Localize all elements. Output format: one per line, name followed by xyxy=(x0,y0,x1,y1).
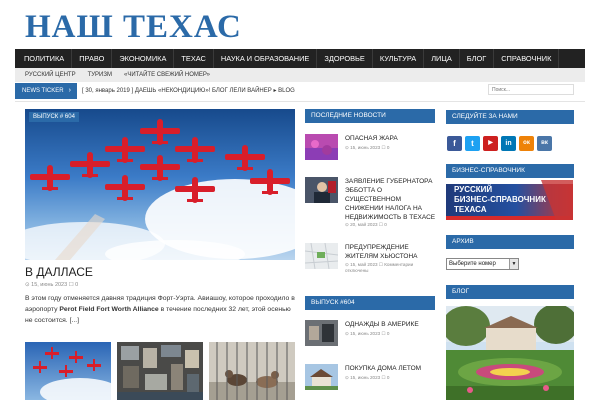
banner-line-3: ТЕХАСА xyxy=(454,205,487,214)
post-title[interactable]: ОПАСНАЯ ЖАРА xyxy=(345,134,437,143)
latest-post-item[interactable]: ПРЕДУПРЕЖДЕНИЕ ЖИТЕЛЯМ ХЬЮСТОНА ⊙ 15, ма… xyxy=(305,243,435,283)
facebook-icon[interactable]: f xyxy=(447,136,462,151)
subnav-item-tourism[interactable]: ТУРИЗМ xyxy=(82,72,118,78)
post-title[interactable]: ПРЕДУПРЕЖДЕНИЕ ЖИТЕЛЯМ ХЬЮСТОНА xyxy=(345,243,437,261)
follow-us-heading: СЛЕДУЙТЕ ЗА НАМИ xyxy=(446,110,574,124)
featured-meta: ⊙ 15, июнь 2023 ☐ 0 xyxy=(25,282,79,288)
nav-item-law[interactable]: ПРАВО xyxy=(72,49,113,68)
nav-item-science[interactable]: НАУКА И ОБРАЗОВАНИЕ xyxy=(214,49,318,68)
issue-post-item[interactable]: ПОКУПКА ДОМА ЛЕТОМ ⊙ 15, июнь 2023 ☐ 0 xyxy=(305,364,435,400)
article-thumbnail[interactable] xyxy=(117,342,203,400)
ticker-headline[interactable]: ДАЕШЬ «НЕКОНДИЦИЮ»! БЛОГ ЛЕЛИ ВАЙНЕР xyxy=(135,88,272,94)
featured-title[interactable]: В ДАЛЛАСЕ xyxy=(25,265,93,279)
chevron-down-icon: ▼ xyxy=(509,259,518,269)
nav-item-directory[interactable]: СПРАВОЧНИК xyxy=(494,49,560,68)
post-meta: ⊙ 15, июнь 2023 ☐ 0 xyxy=(345,145,390,150)
news-ticker-item[interactable]: [ 30, январь 2019 ] ДАЕШЬ «НЕКОНДИЦИЮ»! … xyxy=(82,83,295,99)
chevron-right-icon: › xyxy=(68,87,71,94)
nav-item-blog[interactable]: БЛОГ xyxy=(460,49,495,68)
post-title[interactable]: ОДНАЖДЫ В АМЕРИКЕ xyxy=(345,320,437,329)
site-title[interactable]: НАШ ТЕХАС xyxy=(25,9,242,45)
sub-nav: РУССКИЙ ЦЕНТР ТУРИЗМ «ЧИТАЙТЕ СВЕЖИЙ НОМ… xyxy=(15,68,585,82)
article-thumbnail[interactable] xyxy=(25,342,111,400)
article-thumbnail[interactable] xyxy=(209,342,295,400)
jets-thumbnail-image xyxy=(33,347,111,400)
post-meta: ⊙ 15, июнь 2023 ☐ 0 xyxy=(345,375,390,380)
latest-post-item[interactable]: ЗАЯВЛЕНИЕ ГУБЕРНАТОРА ЭББОТТА О СУЩЕСТВЕ… xyxy=(305,177,435,237)
excerpt-highlight: Perot Field Fort Worth Alliance xyxy=(59,306,159,313)
garden-image xyxy=(446,306,574,400)
city-aerial-image xyxy=(117,342,203,400)
latest-news-heading: ПОСЛЕДНИЕ НОВОСТИ xyxy=(305,109,435,123)
nav-item-politics[interactable]: ПОЛИТИКА xyxy=(17,49,73,68)
america-photo xyxy=(305,320,338,346)
subnav-item-fresh-issue[interactable]: «ЧИТАЙТЕ СВЕЖИЙ НОМЕР» xyxy=(118,72,216,78)
post-thumbnail[interactable] xyxy=(305,177,338,203)
city-map-image xyxy=(305,243,338,269)
subnav-item-russian-center[interactable]: РУССКИЙ ЦЕНТР xyxy=(19,72,82,78)
business-directory-heading: БИЗНЕС-СПРАВОЧНИК xyxy=(446,164,574,178)
ticker-bullet-icon: ▸ xyxy=(273,88,277,94)
ticker-category[interactable]: BLOG xyxy=(278,88,295,94)
linkedin-icon[interactable]: in xyxy=(501,136,516,151)
jets-formation-image xyxy=(25,119,295,260)
issue-post-item[interactable]: ОДНАЖДЫ В АМЕРИКЕ ⊙ 15, июнь 2023 ☐ 0 xyxy=(305,320,435,358)
post-meta: ⊙ 20, май 2023 ☐ 0 xyxy=(345,222,387,227)
nav-item-economy[interactable]: ЭКОНОМИКА xyxy=(112,49,175,68)
blog-image[interactable] xyxy=(446,306,574,400)
banner-line-1: РУССКИЙ xyxy=(454,185,493,194)
featured-image[interactable]: ВЫПУСК # 604 xyxy=(25,109,295,260)
nav-item-health[interactable]: ЗДОРОВЬЕ xyxy=(317,49,373,68)
main-nav: ПОЛИТИКА ПРАВО ЭКОНОМИКА ТЕХАС НАУКА И О… xyxy=(15,49,585,68)
governor-photo xyxy=(305,177,338,203)
search-input[interactable] xyxy=(488,84,574,95)
vk-icon[interactable]: вк xyxy=(537,136,552,151)
latest-post-item[interactable]: ОПАСНАЯ ЖАРА ⊙ 15, июнь 2023 ☐ 0 xyxy=(305,134,435,172)
banner-line-2: БИЗНЕС-СПРАВОЧНИК xyxy=(454,195,546,204)
post-title[interactable]: ЗАЯВЛЕНИЕ ГУБЕРНАТОРА ЭББОТТА О СУЩЕСТВЕ… xyxy=(345,177,437,222)
post-thumbnail[interactable] xyxy=(305,320,338,346)
post-thumbnail[interactable] xyxy=(305,243,338,269)
nav-item-faces[interactable]: ЛИЦА xyxy=(424,49,460,68)
nav-item-culture[interactable]: КУЛЬТУРА xyxy=(373,49,425,68)
kennel-dogs-image xyxy=(209,342,295,400)
archive-heading: АРХИВ xyxy=(446,235,574,249)
blog-heading: БЛОГ xyxy=(446,285,574,299)
post-thumbnail[interactable] xyxy=(305,364,338,390)
featured-excerpt: В этом году отменяется давняя традиция Ф… xyxy=(25,293,295,326)
news-ticker-label: NEWS TICKER › xyxy=(15,83,77,99)
post-meta: ⊙ 15, июнь 2023 ☐ 0 xyxy=(345,331,390,336)
archive-select[interactable]: Выберите номер ▼ xyxy=(446,258,519,270)
ticker-date: [ 30, январь 2019 ] xyxy=(82,88,134,94)
header-divider xyxy=(15,101,585,102)
heat-map-image xyxy=(305,134,338,160)
news-ticker-label-text: NEWS TICKER xyxy=(22,88,64,94)
post-thumbnail[interactable] xyxy=(305,134,338,160)
nav-item-texas[interactable]: ТЕХАС xyxy=(174,49,214,68)
post-title[interactable]: ПОКУПКА ДОМА ЛЕТОМ xyxy=(345,364,437,373)
archive-select-value: Выберите номер xyxy=(449,261,496,267)
odnoklassniki-icon[interactable]: ок xyxy=(519,136,534,151)
post-meta: ⊙ 15, май 2023 ☐ Комментарии отключены xyxy=(345,262,414,273)
business-directory-banner[interactable]: РУССКИЙ БИЗНЕС-СПРАВОЧНИК ТЕХАСА xyxy=(446,180,573,220)
house-photo xyxy=(305,364,338,390)
issue-badge[interactable]: ВЫПУСК # 604 xyxy=(29,112,79,122)
twitter-icon[interactable]: t xyxy=(465,136,480,151)
issue-604-heading: ВЫПУСК #604 xyxy=(305,296,435,310)
youtube-icon[interactable]: ▶ xyxy=(483,136,498,151)
